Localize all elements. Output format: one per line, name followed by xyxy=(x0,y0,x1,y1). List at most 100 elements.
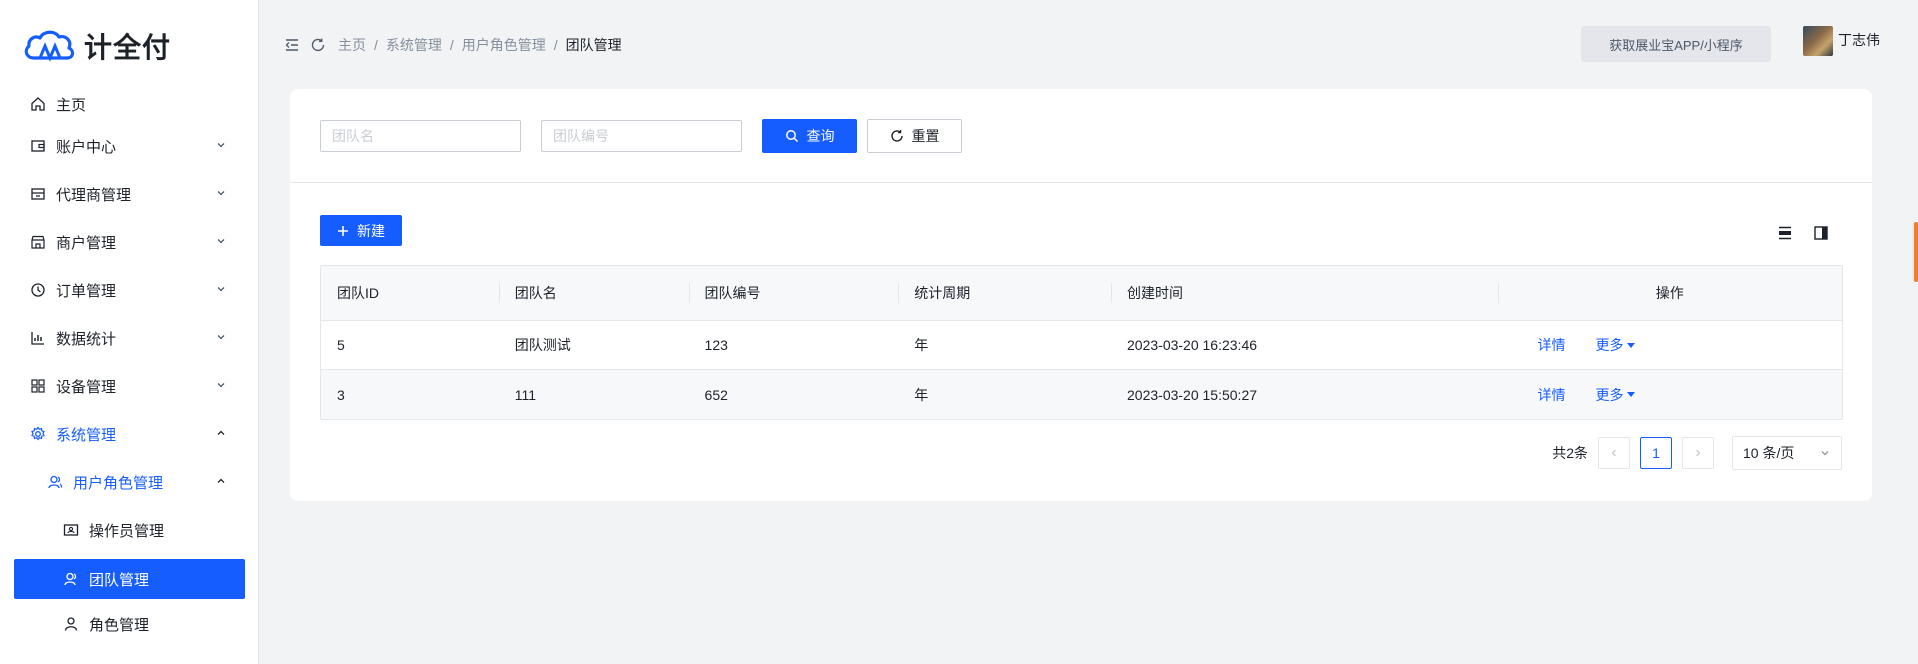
table-row: 3 111 652 年 2023-03-20 15:50:27 详情 更多 xyxy=(321,370,1842,419)
column-header-actions: 操作 xyxy=(1497,266,1843,320)
cell-actions: 详情 更多 xyxy=(1498,370,1843,419)
search-button[interactable]: 查询 xyxy=(762,119,857,153)
row-actions: 详情 更多 xyxy=(1498,385,1843,405)
sidebar-item-order[interactable]: 订单管理 xyxy=(0,266,259,314)
cloud-logo-icon xyxy=(24,30,75,62)
sidebar-item-label: 代理商管理 xyxy=(56,186,132,204)
chevron-up-icon xyxy=(217,430,225,435)
next-page-button[interactable] xyxy=(1682,437,1714,469)
reset-button[interactable]: 重置 xyxy=(867,119,962,153)
search-icon xyxy=(785,130,798,143)
sidebar-item-team[interactable]: 团队管理 xyxy=(14,559,245,599)
chevron-down-icon xyxy=(217,383,225,388)
cell-period: 年 xyxy=(914,337,929,353)
breadcrumb-current: 团队管理 xyxy=(565,37,622,53)
avatar xyxy=(1803,26,1833,56)
header-left: 主页 / 系统管理 / 用户角色管理 / 团队管理 xyxy=(284,35,622,55)
column-header-created: 创建时间 xyxy=(1111,266,1497,320)
team-name-input[interactable] xyxy=(320,120,521,152)
cell-code: 123 xyxy=(704,337,728,353)
prev-page-button[interactable] xyxy=(1598,437,1630,469)
team-icon xyxy=(63,571,79,587)
sidebar-item-stats[interactable]: 数据统计 xyxy=(0,314,259,362)
user-icon xyxy=(63,616,79,632)
scrollbar-thumb[interactable] xyxy=(1914,222,1918,282)
page-number-button[interactable]: 1 xyxy=(1640,437,1672,469)
chevron-down-icon xyxy=(217,287,225,292)
chevron-down-icon xyxy=(217,191,225,196)
sidebar-item-merchant[interactable]: 商户管理 xyxy=(0,218,259,266)
filter-bar: 查询 重置 xyxy=(320,119,962,153)
sidebar-item-user-role[interactable]: 用户角色管理 xyxy=(0,458,259,506)
more-label: 更多 xyxy=(1595,386,1624,403)
breadcrumb-user-role[interactable]: 用户角色管理 xyxy=(462,35,546,55)
caret-down-icon xyxy=(1626,342,1635,348)
new-button[interactable]: 新建 xyxy=(320,215,402,246)
more-label: 更多 xyxy=(1595,337,1624,353)
menu-fold-icon[interactable] xyxy=(284,37,300,53)
chevron-down-icon xyxy=(217,335,225,340)
detail-link[interactable]: 详情 xyxy=(1538,385,1566,405)
sidebar-item-label: 操作员管理 xyxy=(89,522,165,540)
column-settings-icon[interactable] xyxy=(1813,225,1829,241)
detail-link[interactable]: 详情 xyxy=(1538,335,1566,355)
sidebar-item-label: 系统管理 xyxy=(56,426,117,444)
divider xyxy=(290,182,1872,183)
chevron-right-icon xyxy=(1696,449,1701,457)
sidebar-item-label: 设备管理 xyxy=(56,378,117,396)
column-header-period: 统计周期 xyxy=(898,266,1111,320)
breadcrumb-home[interactable]: 主页 xyxy=(338,35,366,55)
breadcrumb-separator: / xyxy=(449,37,454,53)
id-card-icon xyxy=(63,522,79,538)
sidebar-item-label: 用户角色管理 xyxy=(73,474,164,492)
breadcrumb-separator: / xyxy=(374,37,378,53)
breadcrumb: 主页 / 系统管理 / 用户角色管理 / 团队管理 xyxy=(338,35,622,55)
sidebar-item-account[interactable]: 账户中心 xyxy=(0,122,259,170)
logo[interactable]: 计全付 xyxy=(22,26,171,66)
chevron-down-icon xyxy=(217,143,225,148)
sidebar-item-device[interactable]: 设备管理 xyxy=(0,362,259,410)
sidebar-item-label: 数据统计 xyxy=(56,330,117,348)
column-header-code: 团队编号 xyxy=(688,266,899,320)
table-header-row: 团队ID 团队名 团队编号 统计周期 创建时间 操作 xyxy=(321,266,1842,321)
chevron-up-icon xyxy=(217,478,225,483)
user-menu[interactable]: 丁志伟 xyxy=(1803,26,1880,56)
cell-id: 5 xyxy=(337,337,345,353)
sidebar-item-home[interactable]: 主页 xyxy=(0,86,259,122)
column-header-id: 团队ID xyxy=(337,285,379,301)
more-dropdown[interactable]: 更多 xyxy=(1596,385,1635,405)
brand-name: 计全付 xyxy=(84,31,172,64)
table-row: 5 团队测试 123 年 2023-03-20 16:23:46 详情 更多 xyxy=(321,321,1842,370)
sidebar-item-operator[interactable]: 操作员管理 xyxy=(0,506,259,554)
chevron-left-icon xyxy=(1611,449,1616,457)
plus-icon xyxy=(338,225,348,236)
more-dropdown[interactable]: 更多 xyxy=(1596,335,1635,355)
cell-id: 3 xyxy=(337,386,345,403)
search-button-label: 查询 xyxy=(806,128,835,144)
chevron-down-icon xyxy=(1821,451,1829,456)
agent-icon xyxy=(30,186,46,202)
chevron-down-icon xyxy=(217,239,225,244)
chart-icon xyxy=(30,330,46,346)
order-icon xyxy=(30,282,46,298)
sidebar-item-role[interactable]: 角色管理 xyxy=(0,604,259,644)
sidebar-item-agent[interactable]: 代理商管理 xyxy=(0,170,259,218)
page-size-select[interactable]: 10 条/页 xyxy=(1732,436,1842,470)
breadcrumb-system[interactable]: 系统管理 xyxy=(386,35,442,55)
pagination: 共2条 1 10 条/页 xyxy=(1552,436,1842,470)
column-header-name: 团队名 xyxy=(498,266,689,320)
cell-name: 111 xyxy=(514,386,537,403)
grid-icon xyxy=(30,378,46,394)
page-size-value: 10 条/页 xyxy=(1743,445,1795,461)
team-code-input[interactable] xyxy=(541,120,742,152)
new-button-label: 新建 xyxy=(357,222,385,239)
get-app-button[interactable]: 获取展业宝APP/小程序 xyxy=(1581,26,1771,62)
breadcrumb-separator: / xyxy=(553,37,558,53)
store-icon xyxy=(30,234,46,250)
refresh-icon[interactable] xyxy=(310,37,326,53)
cell-name: 团队测试 xyxy=(514,337,571,353)
gear-icon xyxy=(30,426,46,442)
density-icon[interactable] xyxy=(1777,225,1793,241)
sidebar-item-system[interactable]: 系统管理 xyxy=(0,410,259,458)
sidebar-item-label: 商户管理 xyxy=(56,234,117,252)
